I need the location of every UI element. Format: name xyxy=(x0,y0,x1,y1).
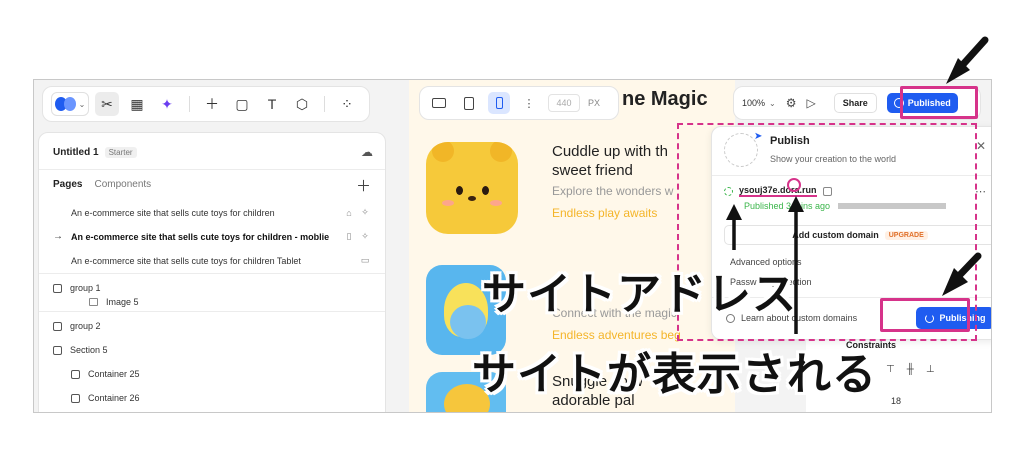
share-button[interactable]: Share xyxy=(833,93,877,113)
zoom-select[interactable]: 100% xyxy=(742,98,765,108)
layer-item[interactable]: group 1 xyxy=(53,283,101,293)
mobile-view-button[interactable] xyxy=(488,92,510,114)
panel-tabs: Pages Components xyxy=(53,179,151,190)
checkbox-icon[interactable] xyxy=(71,369,80,379)
tablet-icon xyxy=(464,96,474,110)
settings-icon[interactable]: ⚙ xyxy=(786,96,797,110)
tablet-view-button[interactable] xyxy=(458,92,480,114)
project-title[interactable]: Untitled 1 Starter xyxy=(53,147,137,158)
mobile-icon: ▯ xyxy=(346,231,352,241)
chevron-down-icon: ⌄ xyxy=(78,99,86,109)
desktop-view-button[interactable] xyxy=(428,92,450,114)
layer-item[interactable]: Section 5 xyxy=(53,345,108,355)
page-item-current[interactable]: → An e-commerce site that sells cute toy… xyxy=(53,231,373,242)
align-icons: ⊤ ╫ ⊥ xyxy=(886,364,935,375)
publishing-highlight xyxy=(880,298,970,332)
card1-subtitle: Explore the wonders w xyxy=(552,184,674,198)
more-icon[interactable]: ⋮ xyxy=(518,92,540,114)
checkbox-icon[interactable] xyxy=(53,283,62,293)
site-address-callout: サイトアドレス xyxy=(482,270,797,319)
text-icon[interactable]: T xyxy=(260,92,284,116)
rectangle-icon[interactable]: ▢ xyxy=(230,92,254,116)
align-middle-icon[interactable]: ╫ xyxy=(907,364,914,375)
site-shown-callout: サイトが表示される xyxy=(472,350,877,399)
bear-toy-image xyxy=(426,142,518,234)
layer-item[interactable]: Container 26 xyxy=(71,393,140,403)
checkbox-icon[interactable] xyxy=(53,345,62,355)
card1-title: Cuddle up with th xyxy=(552,143,668,160)
tab-components[interactable]: Components xyxy=(94,179,151,190)
layer-item[interactable]: group 2 xyxy=(53,321,101,331)
tools-icon[interactable]: ✂ xyxy=(95,92,119,116)
cube-icon[interactable]: ⬡ xyxy=(290,92,314,116)
components-icon[interactable]: ⁘ xyxy=(335,92,359,116)
arrow-down-left-icon xyxy=(946,36,989,84)
app-menu-button[interactable]: ⌄ xyxy=(51,92,89,116)
left-panel: ⌄ ✂ ▦ ✦ ＋ ▢ T ⬡ ⁘ Untitled 1 Starter ☁ P… xyxy=(34,80,406,412)
open-link-highlight xyxy=(787,178,801,192)
home-icon: ⌂ xyxy=(346,207,352,218)
chevron-down-icon: ⌄ xyxy=(769,98,776,108)
close-icon[interactable]: ✕ xyxy=(976,139,986,153)
add-icon[interactable]: ＋ xyxy=(200,92,224,116)
layer-item[interactable]: Container 25 xyxy=(71,369,140,379)
align-bottom-icon[interactable]: ⊥ xyxy=(926,364,935,375)
unit-label: PX xyxy=(588,98,601,108)
play-icon[interactable]: ▷ xyxy=(807,96,816,110)
published-highlight xyxy=(900,86,978,119)
layer-item[interactable]: Image 5 xyxy=(89,297,139,307)
laptop-icon xyxy=(432,98,446,108)
tablet-icon: ▭ xyxy=(360,255,370,265)
layout-icon[interactable]: ▦ xyxy=(125,92,149,116)
main-toolbar: ⌄ ✂ ▦ ✦ ＋ ▢ T ⬡ ⁘ xyxy=(42,86,370,122)
add-page-icon[interactable]: ＋ xyxy=(356,175,371,196)
mobile-icon xyxy=(495,97,503,109)
plan-badge: Starter xyxy=(104,147,137,158)
sparkle-icon[interactable]: ✧ xyxy=(357,231,373,242)
property-value[interactable]: 18 xyxy=(891,396,901,406)
cloud-sync-icon[interactable]: ☁ xyxy=(361,145,373,159)
page-item[interactable]: An e-commerce site that sells cute toys … xyxy=(53,255,373,266)
checkbox-icon[interactable] xyxy=(71,393,80,403)
arrow-right-icon: → xyxy=(53,231,63,242)
card1-title-2: sweet friend xyxy=(552,162,633,179)
layers-panel: Untitled 1 Starter ☁ Pages Components ＋ … xyxy=(38,132,386,412)
width-input[interactable]: 440 xyxy=(548,94,580,112)
sparkle-icon[interactable]: ✧ xyxy=(357,207,373,218)
card1-accent: Endless play awaits xyxy=(552,206,658,220)
checkbox-icon[interactable] xyxy=(53,321,62,331)
ai-sparkle-icon[interactable]: ✦ xyxy=(155,92,179,116)
tab-pages[interactable]: Pages xyxy=(53,179,82,190)
image-icon xyxy=(89,298,98,306)
page-item[interactable]: An e-commerce site that sells cute toys … xyxy=(53,207,373,218)
device-toolbar: ⋮ 440 PX xyxy=(419,86,619,120)
align-top-icon[interactable]: ⊤ xyxy=(886,364,895,375)
site-heading: ne Magic xyxy=(622,88,708,110)
